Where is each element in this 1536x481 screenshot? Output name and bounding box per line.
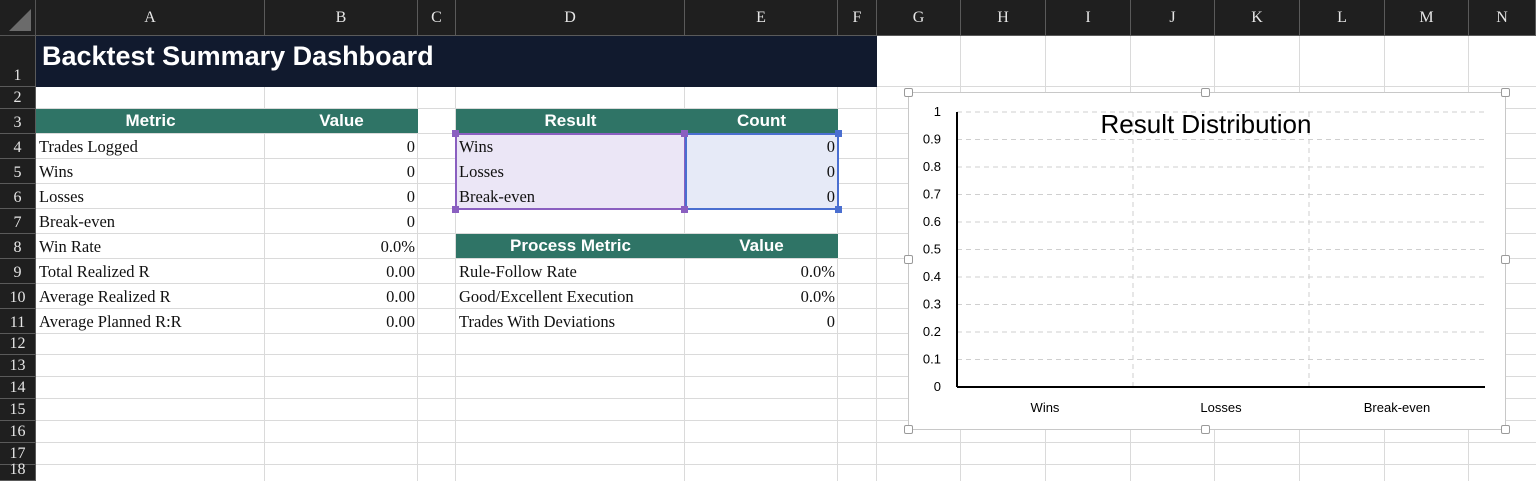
chart-y-tick-label: 0.2 [923,324,941,339]
summary-value-wins[interactable]: 0 [265,159,418,184]
column-header-n[interactable]: N [1469,0,1536,36]
summary-label-total-realized-r[interactable]: Total Realized R [36,259,265,284]
result-distribution-chart[interactable]: 0 0.1 0.2 0.3 0.4 0.5 0.6 0.7 0.8 0.9 1 Wins Losses… [908,92,1506,430]
range-handle-top-right[interactable] [835,130,842,137]
chart-categories-range-highlight[interactable] [455,133,686,210]
row-header-11[interactable]: 11 [0,309,36,334]
row-header-5[interactable]: 5 [0,159,36,184]
summary-header-metric[interactable]: Metric [36,109,265,133]
chart-x-tick-label: Break-even [1364,400,1430,415]
summary-value-total-realized-r[interactable]: 0.00 [265,259,418,284]
chart-y-axis-ticks: 0 0.1 0.2 0.3 0.4 0.5 0.6 0.7 0.8 0.9 1 [923,104,941,394]
chart-resize-handle-e[interactable] [1501,255,1510,264]
chart-resize-handle-ne[interactable] [1501,88,1510,97]
summary-label-average-realized-r[interactable]: Average Realized R [36,284,265,309]
summary-label-trades-logged[interactable]: Trades Logged [36,134,265,159]
chart-resize-handle-se[interactable] [1501,425,1510,434]
column-header-d[interactable]: D [456,0,685,36]
column-header-a[interactable]: A [36,0,265,36]
select-all-corner[interactable] [0,0,36,36]
chart-resize-handle-nw[interactable] [904,88,913,97]
chart-y-tick-label: 0.4 [923,269,941,284]
chart-x-tick-label: Wins [1031,400,1060,415]
row-header-2[interactable]: 2 [0,87,36,109]
process-label-good-excellent-execution[interactable]: Good/Excellent Execution [456,284,685,309]
row-header-9[interactable]: 9 [0,259,36,284]
process-label-rule-follow-rate[interactable]: Rule-Follow Rate [456,259,685,284]
process-header-value[interactable]: Value [685,234,838,258]
row-header-10[interactable]: 10 [0,284,36,309]
chart-y-tick-label: 0.3 [923,297,941,312]
row-header-18[interactable]: 18 [0,461,36,481]
chart-canvas: 0 0.1 0.2 0.3 0.4 0.5 0.6 0.7 0.8 0.9 1 Wins Losses… [923,104,1485,415]
summary-value-average-planned-rr[interactable]: 0.00 [265,309,418,334]
row-header-1[interactable]: 1 [0,36,36,87]
row-header-13[interactable]: 13 [0,355,36,377]
row-header-14[interactable]: 14 [0,377,36,399]
process-value-good-excellent-execution[interactable]: 0.0% [685,284,838,309]
range-handle-top-left[interactable] [452,130,459,137]
row-header-3[interactable]: 3 [0,109,36,134]
column-header-j[interactable]: J [1131,0,1215,36]
process-label-trades-with-deviations[interactable]: Trades With Deviations [456,309,685,334]
row-header-6[interactable]: 6 [0,184,36,209]
dashboard-title: Backtest Summary Dashboard [42,41,434,71]
chart-y-tick-label: 0.6 [923,214,941,229]
chart-title: Result Distribution [1101,109,1312,139]
chart-y-tick-label: 0.5 [923,242,941,257]
summary-label-break-even[interactable]: Break-even [36,209,265,234]
chart-y-tick-label: 0.8 [923,159,941,174]
chart-resize-handle-sw[interactable] [904,425,913,434]
row-header-12[interactable]: 12 [0,334,36,355]
range-handle-bottom-left[interactable] [452,206,459,213]
chart-x-tick-label: Losses [1200,400,1242,415]
column-header-m[interactable]: M [1385,0,1469,36]
row-header-4[interactable]: 4 [0,134,36,159]
column-header-l[interactable]: L [1300,0,1385,36]
summary-header-value[interactable]: Value [265,109,418,133]
column-header-h[interactable]: H [961,0,1046,36]
range-handle-bottom-right[interactable] [835,206,842,213]
summary-value-losses[interactable]: 0 [265,184,418,209]
process-value-trades-with-deviations[interactable]: 0 [685,309,838,334]
process-value-rule-follow-rate[interactable]: 0.0% [685,259,838,284]
summary-value-trades-logged[interactable]: 0 [265,134,418,159]
column-header-f[interactable]: F [838,0,877,36]
chart-x-axis-labels: Wins Losses Break-even [1031,400,1431,415]
chart-resize-handle-w[interactable] [904,255,913,264]
chart-gridlines [957,111,1485,387]
chart-resize-handle-s[interactable] [1201,425,1210,434]
chart-y-tick-label: 0.1 [923,352,941,367]
chart-resize-handle-n[interactable] [1201,88,1210,97]
result-header-count[interactable]: Count [685,109,838,133]
chart-values-range-highlight[interactable] [685,133,839,210]
summary-value-break-even[interactable]: 0 [265,209,418,234]
column-header-k[interactable]: K [1215,0,1300,36]
result-header-result[interactable]: Result [456,109,685,133]
column-header-i[interactable]: I [1046,0,1131,36]
column-header-b[interactable]: B [265,0,418,36]
summary-label-losses[interactable]: Losses [36,184,265,209]
column-header-c[interactable]: C [418,0,456,36]
column-header-g[interactable]: G [877,0,961,36]
row-header-7[interactable]: 7 [0,209,36,234]
summary-label-win-rate[interactable]: Win Rate [36,234,265,259]
chart-y-tick-label: 1 [934,104,941,119]
row-header-8[interactable]: 8 [0,234,36,259]
process-header-metric[interactable]: Process Metric [456,234,685,258]
summary-label-average-planned-rr[interactable]: Average Planned R:R [36,309,265,334]
row-header-15[interactable]: 15 [0,399,36,421]
chart-y-tick-label: 0 [934,379,941,394]
summary-value-average-realized-r[interactable]: 0.00 [265,284,418,309]
chart-y-tick-label: 0.7 [923,187,941,202]
range-handle-bottom-mid[interactable] [681,206,688,213]
range-handle-top-mid[interactable] [681,130,688,137]
row-header-16[interactable]: 16 [0,421,36,443]
summary-label-wins[interactable]: Wins [36,159,265,184]
column-header-e[interactable]: E [685,0,838,36]
chart-y-tick-label: 0.9 [923,132,941,147]
summary-value-win-rate[interactable]: 0.0% [265,234,418,259]
